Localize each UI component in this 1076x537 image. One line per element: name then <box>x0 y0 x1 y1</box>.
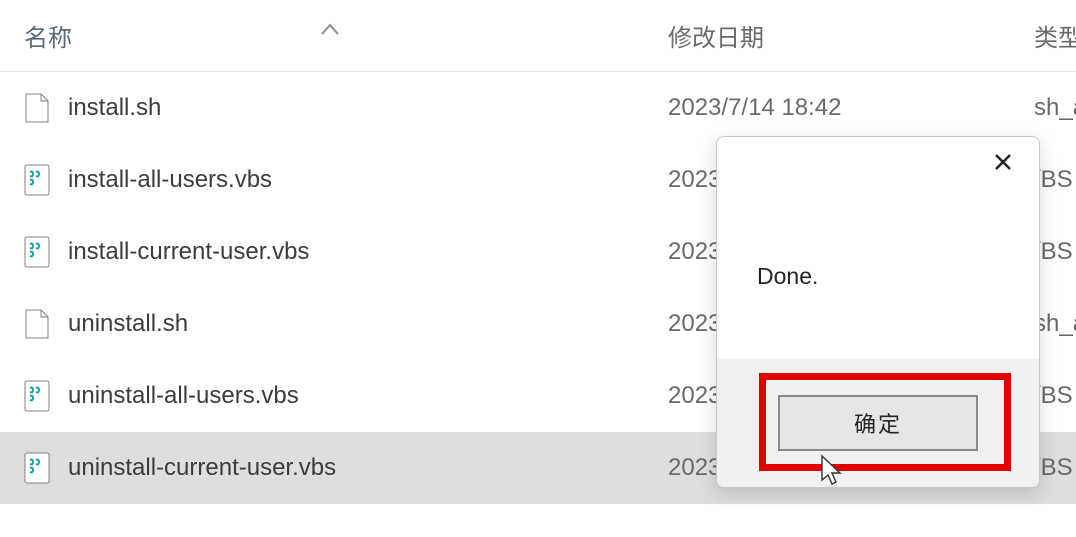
dialog-titlebar <box>717 137 1039 193</box>
ok-button-label: 确定 <box>854 407 902 439</box>
column-name-label: 名称 <box>24 25 72 52</box>
file-name-cell: install-all-users.vbs <box>0 164 660 196</box>
file-name-label: uninstall-all-users.vbs <box>68 382 299 410</box>
vbs-file-icon <box>24 452 50 484</box>
close-icon <box>993 151 1013 179</box>
dialog-body: Done. <box>717 193 1039 359</box>
column-date-label: 修改日期 <box>668 25 764 52</box>
file-name-label: uninstall-current-user.vbs <box>68 454 336 482</box>
file-name-cell: uninstall.sh <box>0 308 660 340</box>
document-file-icon <box>24 308 50 340</box>
close-button[interactable] <box>981 145 1025 185</box>
column-header-row: 名称 修改日期 类型 <box>0 0 1076 72</box>
vbs-file-icon <box>24 236 50 268</box>
column-header-name[interactable]: 名称 <box>0 18 660 53</box>
ok-button[interactable]: 确定 <box>778 395 978 451</box>
file-name-cell: install-current-user.vbs <box>0 236 660 268</box>
column-header-type[interactable]: 类型 <box>1030 18 1076 53</box>
file-name-label: uninstall.sh <box>68 310 188 338</box>
file-name-label: install-all-users.vbs <box>68 166 272 194</box>
file-date-cell: 2023/7/14 18:42 <box>660 94 1030 122</box>
vbs-file-icon <box>24 380 50 412</box>
dialog-message: Done. <box>757 263 818 290</box>
column-type-label: 类型 <box>1034 25 1076 52</box>
message-dialog: Done. 确定 <box>716 136 1040 488</box>
dialog-footer: 确定 <box>717 359 1039 487</box>
file-name-label: install.sh <box>68 94 161 122</box>
column-header-date[interactable]: 修改日期 <box>660 18 1030 53</box>
file-row[interactable]: install.sh 2023/7/14 18:42sh_a <box>0 72 1076 144</box>
file-name-cell: uninstall-current-user.vbs <box>0 452 660 484</box>
file-name-cell: uninstall-all-users.vbs <box>0 380 660 412</box>
file-type-cell: sh_a <box>1030 94 1076 122</box>
file-name-cell: install.sh <box>0 92 660 124</box>
vbs-file-icon <box>24 164 50 196</box>
document-file-icon <box>24 92 50 124</box>
sort-caret-icon <box>321 14 339 42</box>
file-name-label: install-current-user.vbs <box>68 238 309 266</box>
